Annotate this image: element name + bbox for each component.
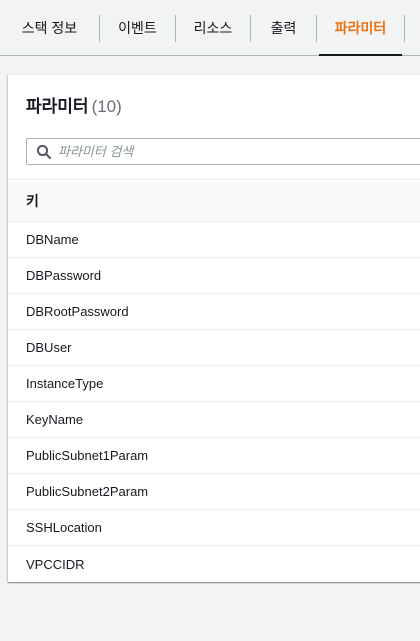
parameter-key: VPCCIDR bbox=[26, 556, 85, 572]
tab-divider bbox=[404, 15, 405, 42]
parameter-key: DBName bbox=[26, 232, 79, 247]
tab-stack-info[interactable]: 스택 정보 bbox=[0, 0, 99, 55]
parameter-key: KeyName bbox=[26, 412, 84, 427]
parameter-count: (10) bbox=[91, 97, 122, 116]
table-row: InstanceType bbox=[8, 366, 420, 402]
table-row: DBPassword bbox=[8, 258, 420, 294]
tab-resources[interactable]: 리소스 bbox=[176, 0, 250, 55]
tab-events[interactable]: 이벤트 bbox=[100, 0, 175, 55]
panel-title: 파라미터 bbox=[26, 97, 89, 116]
parameter-key: DBRootPassword bbox=[26, 304, 129, 319]
parameter-key: DBUser bbox=[26, 340, 72, 355]
page: 스택 정보 이벤트 리소스 출력 파라미터 파라미터(10) 키 DBName … bbox=[0, 0, 420, 641]
table-row: PublicSubnet1Param bbox=[8, 438, 420, 474]
search-icon bbox=[36, 144, 52, 159]
table-row: DBRootPassword bbox=[8, 294, 420, 330]
tab-bar: 스택 정보 이벤트 리소스 출력 파라미터 bbox=[0, 0, 420, 56]
search-input[interactable] bbox=[58, 144, 358, 159]
column-header-key[interactable]: 키 bbox=[8, 179, 420, 222]
table-row: DBName bbox=[8, 222, 420, 258]
table-row: PublicSubnet2Param bbox=[8, 474, 420, 510]
tab-outputs[interactable]: 출력 bbox=[251, 0, 316, 55]
parameter-key: DBPassword bbox=[26, 268, 102, 283]
parameters-panel: 파라미터(10) 키 DBName DBPassword DBRootPassw… bbox=[8, 74, 420, 582]
table-row: VPCCIDR bbox=[8, 546, 420, 582]
parameter-key: SSHLocation bbox=[26, 520, 102, 535]
table-row: DBUser bbox=[8, 330, 420, 366]
table-row: SSHLocation bbox=[8, 510, 420, 546]
parameter-key: PublicSubnet1Param bbox=[26, 448, 149, 463]
parameter-key: PublicSubnet2Param bbox=[26, 484, 149, 499]
parameters-table: 키 DBName DBPassword DBRootPassword DBUse… bbox=[8, 179, 420, 582]
table-row: KeyName bbox=[8, 402, 420, 438]
parameter-key: InstanceType bbox=[26, 376, 104, 391]
search-box[interactable] bbox=[26, 138, 420, 165]
tab-parameters[interactable]: 파라미터 bbox=[317, 0, 404, 56]
panel-header: 파라미터 (10) bbox=[8, 75, 420, 127]
